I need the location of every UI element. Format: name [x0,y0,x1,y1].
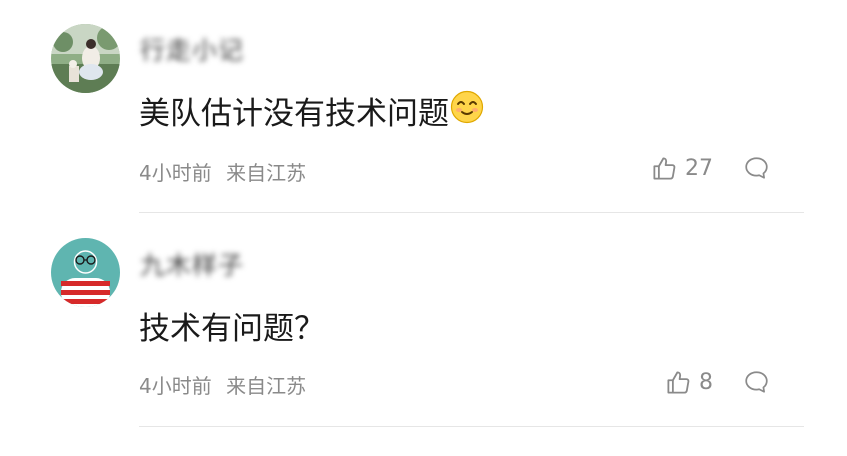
speech-bubble-icon[interactable] [743,369,770,399]
comment-time: 4小时前 [139,161,212,185]
comment-text-body: 美队估计没有技术问题 [139,96,449,132]
comment-location: 来自江苏 [226,374,307,398]
thumbs-up-icon [651,155,678,182]
divider [139,426,804,427]
comment-text: 技术有问题？ [139,303,325,348]
divider [139,212,804,213]
avatar[interactable] [51,238,120,307]
avatar[interactable] [51,450,120,456]
speech-bubble-icon[interactable] [743,155,770,185]
comment-meta: 4小时前 来自江苏 [139,157,306,186]
like-count: 8 [699,370,713,395]
like-button[interactable]: 27 [651,155,713,182]
thumbs-up-icon [665,369,692,396]
comment-time: 4小时前 [139,374,212,398]
username[interactable]: 九木样子 [140,246,244,282]
like-count: 27 [685,156,713,181]
comment-meta: 4小时前 来自江苏 [139,370,306,399]
avatar[interactable] [51,24,120,93]
wink-face-emoji-icon [450,90,484,132]
comment-text-body: 技术有问题？ [139,311,325,347]
username[interactable]: 行走小记 [140,31,244,67]
comment-text: 美队估计没有技术问题 [139,88,484,133]
like-button[interactable]: 8 [665,369,713,396]
comment-location: 来自江苏 [226,161,307,185]
